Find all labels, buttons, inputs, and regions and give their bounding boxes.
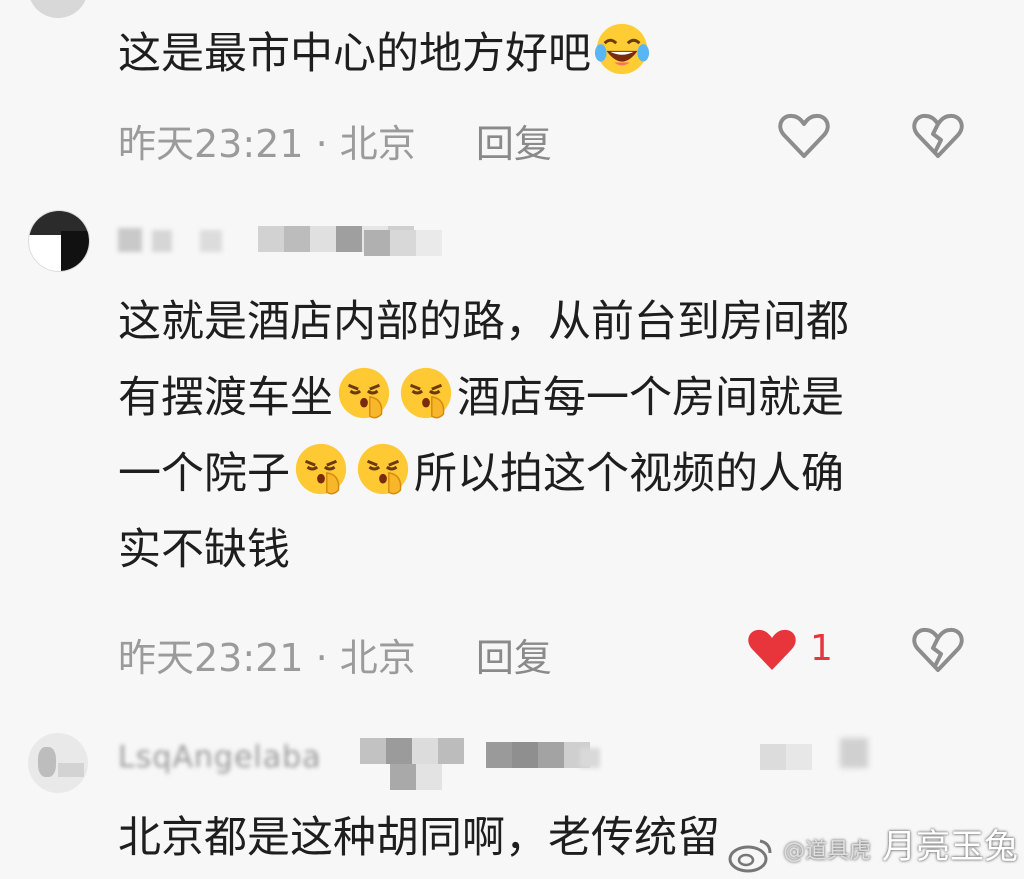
shushing-face-emoji-icon (338, 367, 390, 419)
separator: · (315, 122, 328, 166)
shushing-face-emoji-icon (400, 367, 452, 419)
heart-outline-icon[interactable] (778, 112, 830, 160)
comment-text: 这是最市中心的地方好吧 (118, 16, 978, 92)
username-redacted (118, 222, 458, 260)
shushing-face-emoji-icon (295, 443, 347, 495)
location: 北京 (339, 122, 416, 166)
comment-line: 一个院子 所以拍这个视频的人确 (118, 436, 978, 512)
comment-text: 这就是酒店内部的路，从前台到房间都 有摆渡车坐 酒店每一个房间就是 一个院子 所… (118, 284, 978, 588)
like-count: 1 (810, 628, 833, 669)
avatar[interactable] (28, 0, 88, 18)
watermark-text: 月亮玉兔 (882, 827, 1018, 867)
shushing-face-emoji-icon (357, 443, 409, 495)
comment-line: 这就是酒店内部的路，从前台到房间都 (118, 297, 849, 347)
username[interactable]: LsqAngelaba (118, 740, 322, 775)
laughing-tears-emoji-icon (594, 23, 650, 75)
broken-heart-icon[interactable] (912, 626, 964, 674)
comment-meta: 昨天23:21 · 北京 回复 (118, 113, 552, 168)
comment-line: 有摆渡车坐 酒店每一个房间就是 (118, 360, 978, 436)
weibo-logo-icon (728, 839, 772, 873)
location: 北京 (339, 636, 416, 680)
reply-button[interactable]: 回复 (476, 122, 552, 166)
watermark: @道具虎 月亮玉兔 (783, 819, 1018, 879)
comment-line: 实不缺钱 (118, 525, 290, 575)
username-redacted (360, 738, 880, 798)
separator: · (315, 636, 328, 680)
avatar[interactable] (28, 210, 90, 272)
reply-button[interactable]: 回复 (476, 636, 552, 680)
timestamp: 昨天23:21 (118, 122, 304, 166)
timestamp: 昨天23:21 (118, 636, 304, 680)
comment-meta: 昨天23:21 · 北京 回复 (118, 627, 552, 682)
broken-heart-icon[interactable] (912, 112, 964, 160)
watermark-handle: @道具虎 (783, 839, 872, 864)
heart-filled-icon[interactable] (746, 626, 798, 674)
avatar[interactable] (28, 733, 88, 793)
